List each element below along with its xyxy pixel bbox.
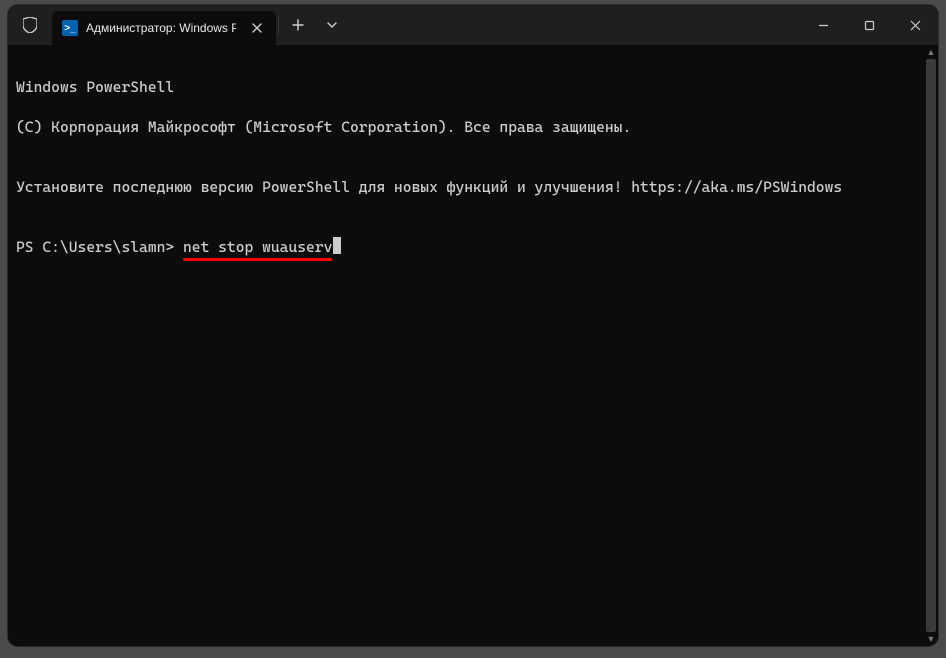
new-tab-button[interactable] bbox=[281, 5, 315, 45]
minimize-button[interactable] bbox=[800, 5, 846, 45]
terminal-area: Windows PowerShell (C) Корпорация Майкро… bbox=[8, 45, 938, 646]
vertical-scrollbar[interactable]: ▲ ▼ bbox=[924, 45, 938, 646]
powershell-icon: >_ bbox=[62, 20, 78, 36]
terminal-output[interactable]: Windows PowerShell (C) Корпорация Майкро… bbox=[8, 45, 924, 646]
tab-divider bbox=[278, 16, 279, 34]
output-line: (C) Корпорация Майкрософт (Microsoft Cor… bbox=[16, 117, 916, 137]
prompt-text: PS C:\Users\slamn> bbox=[16, 237, 183, 257]
highlight-underline bbox=[183, 258, 332, 261]
command-text: net stop wuauserv bbox=[183, 238, 332, 256]
admin-shield-icon bbox=[18, 5, 42, 45]
output-line: Windows PowerShell bbox=[16, 77, 916, 97]
titlebar: >_ Администратор: Windows Po bbox=[8, 5, 938, 45]
tab-close-button[interactable] bbox=[248, 19, 266, 37]
window-controls bbox=[800, 5, 938, 45]
tab-title: Администратор: Windows Po bbox=[86, 21, 236, 35]
scroll-thumb[interactable] bbox=[926, 59, 936, 632]
terminal-window: >_ Администратор: Windows Po bbox=[8, 5, 938, 646]
close-window-button[interactable] bbox=[892, 5, 938, 45]
prompt-line: PS C:\Users\slamn> net stop wuauserv bbox=[16, 237, 916, 257]
maximize-button[interactable] bbox=[846, 5, 892, 45]
titlebar-drag-region[interactable] bbox=[349, 5, 800, 45]
text-cursor bbox=[333, 237, 341, 254]
scroll-down-button[interactable]: ▼ bbox=[924, 632, 938, 646]
scroll-up-button[interactable]: ▲ bbox=[924, 45, 938, 59]
output-line: Установите последнюю версию PowerShell д… bbox=[16, 177, 916, 197]
tab-powershell[interactable]: >_ Администратор: Windows Po bbox=[52, 11, 276, 45]
tab-dropdown-button[interactable] bbox=[315, 5, 349, 45]
